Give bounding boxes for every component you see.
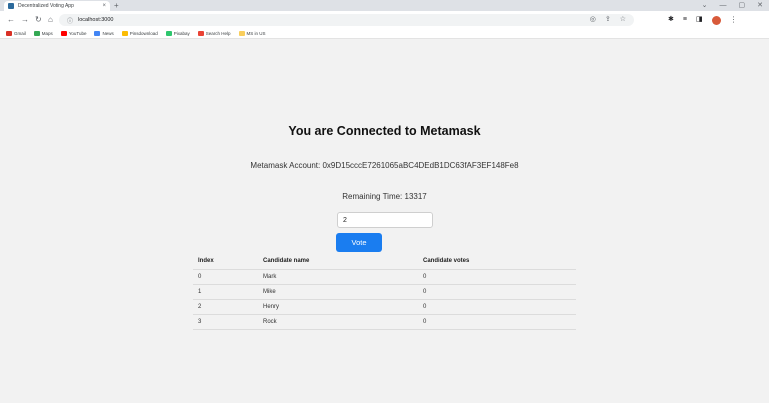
tab-title: Decentralized Voting App [18,3,74,9]
restore-icon[interactable]: ▢ [739,2,746,9]
bookmark-news[interactable]: News [94,31,114,36]
cell-votes: 0 [418,284,576,300]
bookmark-maps[interactable]: Maps [33,31,53,36]
folder-icon [238,31,245,36]
page-title: You are Connected to Metamask [288,124,481,138]
new-tab-icon[interactable]: + [114,1,119,10]
browser-toolbar: ← → ↻ ⌂ ⓘ localhost:3000 ◎ ⇪ ☆ ✱ ≡ ◨ ⋮ [0,11,769,29]
metamask-account: Metamask Account: 0x9D15cccE7261065aBC4D… [250,161,519,170]
youtube-icon [60,31,67,36]
bookmark-ms-in-us[interactable]: MS in US [238,31,266,36]
address-bar[interactable]: ⓘ localhost:3000 ◎ ⇪ ☆ [59,14,634,26]
forward-icon[interactable]: → [21,15,29,25]
header-candidate-votes: Candidate votes [418,254,576,270]
tab-strip: Decentralized Voting App × + ⌄ — ▢ ✕ [0,0,769,11]
extension-area: ✱ ≡ ◨ ⋮ [668,15,738,25]
table-row: 1 Mike 0 [193,284,576,300]
bookmark-search-help[interactable]: Search Help [197,31,231,36]
table-header-row: Index Candidate name Candidate votes [193,254,576,270]
window-controls: ⌄ — ▢ ✕ [702,0,763,11]
profile-avatar[interactable] [711,15,721,25]
close-window-icon[interactable]: ✕ [757,2,763,9]
gmail-icon [6,31,12,36]
bookmark-youtube[interactable]: YouTube [60,31,86,36]
google-lens-icon[interactable]: ◎ [590,15,596,25]
address-bar-actions: ◎ ⇪ ☆ [590,15,626,25]
cell-index: 0 [193,269,258,285]
header-candidate-name: Candidate name [258,254,418,270]
cell-index: 3 [193,314,258,330]
cell-name: Mark [258,269,418,285]
close-icon[interactable]: × [102,3,106,9]
back-icon[interactable]: ← [7,15,15,25]
bookmark-gmail[interactable]: Gmail [6,31,26,36]
browser-tab[interactable]: Decentralized Voting App × [4,1,110,11]
pixabay-icon [165,31,172,36]
cell-index: 2 [193,299,258,315]
url-text: localhost:3000 [78,17,114,23]
cell-name: Rock [258,314,418,330]
minimize-icon[interactable]: — [720,2,727,9]
cell-name: Henry [258,299,418,315]
table-row: 0 Mark 0 [193,269,576,285]
reading-list-icon[interactable]: ≡ [683,15,687,25]
extensions-puzzle-icon[interactable]: ✱ [668,15,674,25]
share-icon[interactable]: ⇪ [605,15,611,25]
cell-name: Mike [258,284,418,300]
side-panel-icon[interactable]: ◨ [696,15,703,25]
cell-votes: 0 [418,314,576,330]
bookmark-star-icon[interactable]: ☆ [620,15,626,25]
table-row: 3 Rock 0 [193,314,576,330]
pinsdownload-icon [121,31,128,36]
news-icon [94,31,101,36]
favicon-icon [8,3,14,9]
cell-votes: 0 [418,269,576,285]
reload-icon[interactable]: ↻ [35,15,42,25]
cell-index: 1 [193,284,258,300]
bookmarks-bar: Gmail Maps YouTube News Pinsdownload Pix… [0,29,769,39]
maps-icon [33,31,40,36]
page-content: You are Connected to Metamask Metamask A… [0,40,769,403]
candidate-index-input[interactable] [337,212,433,228]
header-index: Index [193,254,258,270]
chevron-down-icon[interactable]: ⌄ [702,2,708,9]
cell-votes: 0 [418,299,576,315]
table-row: 2 Henry 0 [193,299,576,315]
site-info-icon[interactable]: ⓘ [67,16,73,25]
bookmark-pinsdownload[interactable]: Pinsdownload [121,31,158,36]
home-icon[interactable]: ⌂ [48,15,53,25]
search-help-icon [197,31,204,36]
remaining-time: Remaining Time: 13317 [342,192,427,201]
bookmark-pixabay[interactable]: Pixabay [165,31,190,36]
candidates-table: Index Candidate name Candidate votes 0 M… [193,254,576,330]
vote-button[interactable]: Vote [336,233,382,252]
kebab-menu-icon[interactable]: ⋮ [730,15,738,25]
